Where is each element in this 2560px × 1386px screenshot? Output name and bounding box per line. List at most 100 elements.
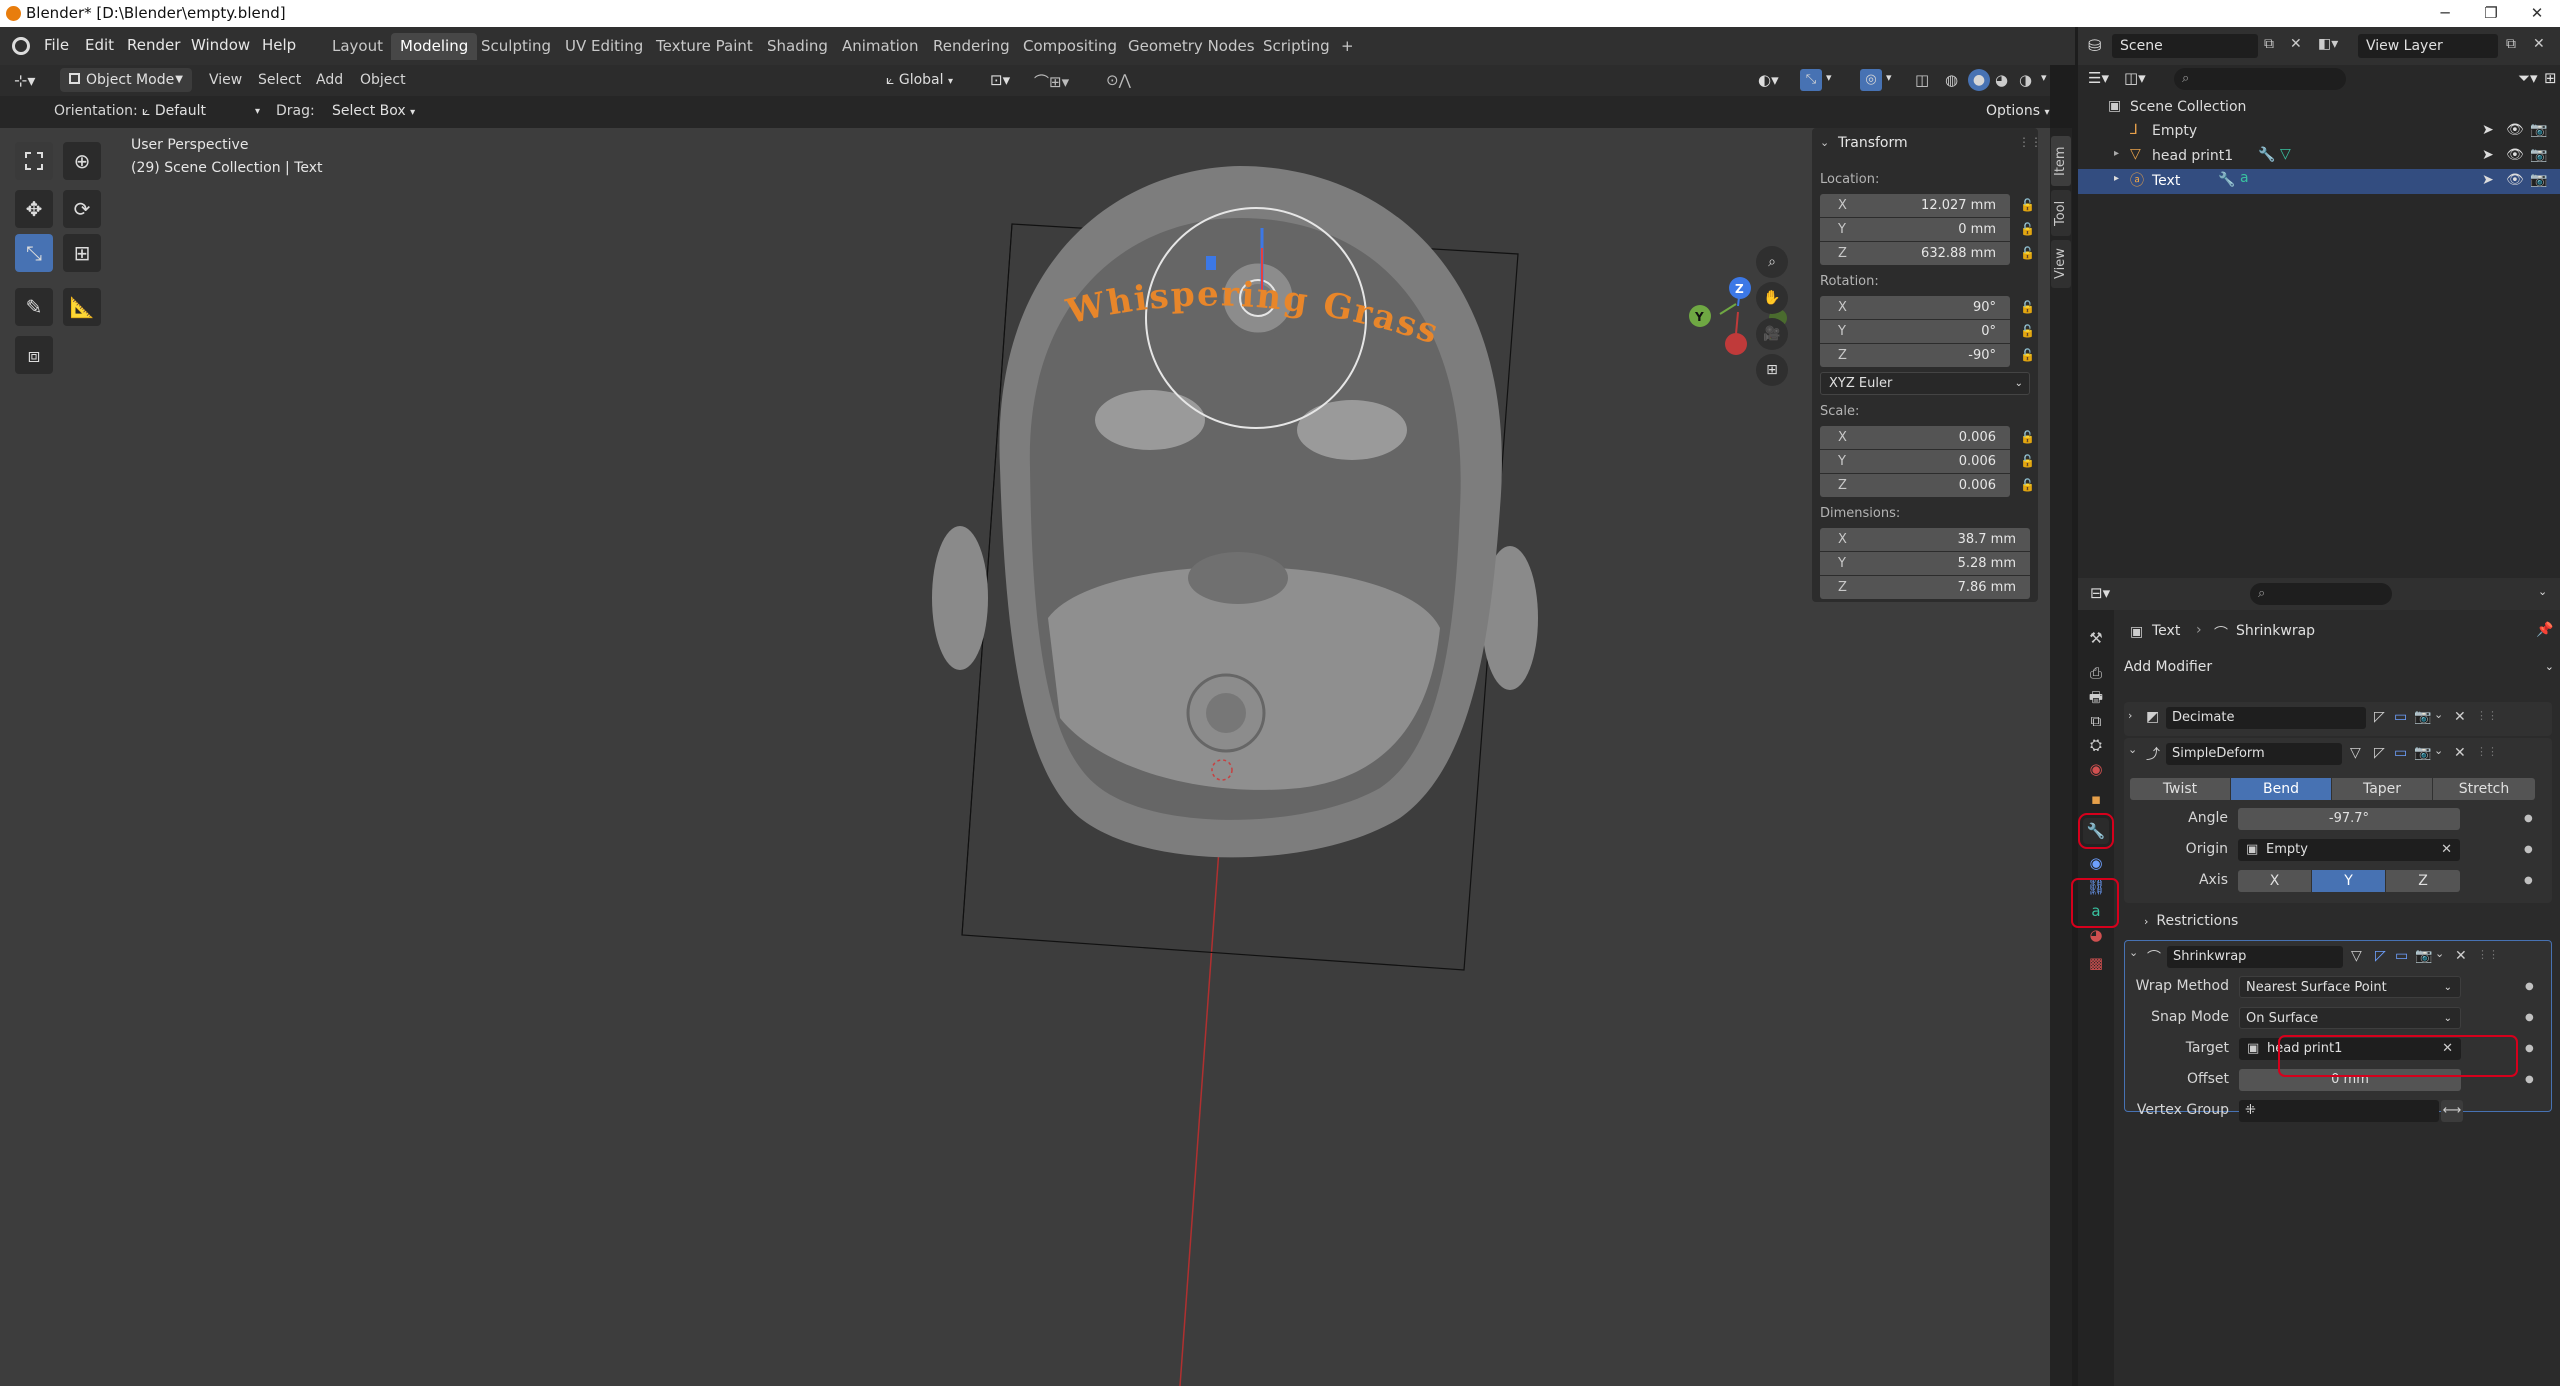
expand-arrow-icon[interactable]: ▸ xyxy=(2114,148,2119,159)
scale-tool[interactable]: ⤡ xyxy=(15,234,53,272)
delete-scene-icon[interactable]: ✕ xyxy=(2290,36,2302,52)
texture-tab-icon[interactable]: ▩ xyxy=(2083,950,2109,976)
move-tool[interactable]: ✥ xyxy=(15,190,53,228)
scale-x-field[interactable]: X 0.006 xyxy=(1820,426,2010,449)
visibility-icon[interactable]: ◐▾ xyxy=(1758,71,1779,89)
drag-handle-icon[interactable]: ⋮⋮ xyxy=(2476,745,2498,758)
menu-edit[interactable]: Edit xyxy=(85,36,114,54)
dimensions-z-field[interactable]: Z 7.86 mm xyxy=(1820,576,2030,599)
wrap-method-dropdown[interactable]: Nearest Surface Point ⌄ xyxy=(2239,976,2461,998)
display-mode-icon[interactable]: ◫▾ xyxy=(2124,69,2146,87)
rotation-mode-dropdown[interactable]: XYZ Euler ⌄ xyxy=(1820,372,2030,395)
filter-icon[interactable]: ⏷▾ xyxy=(2518,69,2538,87)
taper-mode-button[interactable]: Taper xyxy=(2332,778,2432,800)
render-icon[interactable]: 📷 xyxy=(2414,709,2431,725)
render-icon[interactable]: 📷 xyxy=(2414,745,2431,761)
lock-icon[interactable]: 🔓 xyxy=(2020,430,2036,446)
clear-icon[interactable]: ✕ xyxy=(2441,839,2452,861)
eye-icon[interactable]: 👁 xyxy=(2506,122,2524,138)
close-window-button[interactable]: ✕ xyxy=(2514,0,2560,27)
xray-icon[interactable]: ◫ xyxy=(1915,71,1929,89)
maximize-button[interactable]: ❐ xyxy=(2468,0,2514,27)
tab-scripting[interactable]: Scripting xyxy=(1254,33,1339,60)
invert-vertex-group-icon[interactable]: ⟷ xyxy=(2441,1100,2463,1122)
lock-icon[interactable]: 🔓 xyxy=(2020,198,2036,214)
simpledeform-modifier-header[interactable]: ⌄ ⤴ SimpleDeform ▽ ◸ ▭ 📷 ⌄ ✕ ⋮⋮ xyxy=(2124,738,2552,769)
new-view-layer-icon[interactable]: ⧉ xyxy=(2506,36,2516,52)
outliner-search-input[interactable]: ⌕ xyxy=(2174,68,2346,90)
rotation-y-field[interactable]: Y 0° xyxy=(1820,320,2010,343)
vertex-group-field[interactable]: ⁜ xyxy=(2239,1100,2439,1122)
tab-shading[interactable]: Shading xyxy=(758,33,837,60)
lock-icon[interactable]: 🔓 xyxy=(2020,324,2036,340)
chevron-down-icon[interactable]: ▾ xyxy=(2041,71,2047,84)
new-collection-icon[interactable]: ⊞ xyxy=(2544,69,2557,87)
decimate-modifier-header[interactable]: › ◩ Decimate ◸ ▭ 📷 ⌄ ✕ ⋮⋮ xyxy=(2124,702,2552,733)
axis-x-button[interactable]: X xyxy=(2238,870,2311,892)
viewport-display-icon[interactable]: ▭ xyxy=(2394,745,2407,761)
rendered-shading-icon[interactable]: ◑ xyxy=(2019,71,2032,89)
chevron-down-icon[interactable]: ⌄ xyxy=(2538,585,2547,598)
transform-orientation-dropdown[interactable]: ⟀ Global ▾ xyxy=(886,72,953,88)
scale-z-field[interactable]: Z 0.006 xyxy=(1820,474,2010,497)
delete-view-layer-icon[interactable]: ✕ xyxy=(2533,36,2545,52)
lock-icon[interactable]: 🔓 xyxy=(2020,222,2036,238)
lock-icon[interactable]: 🔓 xyxy=(2020,478,2036,494)
expand-arrow-icon[interactable]: ▸ xyxy=(2114,173,2119,184)
object-tab-icon[interactable]: ▪ xyxy=(2083,786,2109,812)
cursor-tool[interactable]: ⊕ xyxy=(63,142,101,180)
annotate-tool[interactable]: ✎ xyxy=(15,288,53,326)
edit-mode-icon[interactable]: ◸ xyxy=(2375,948,2386,964)
select-box-tool[interactable] xyxy=(15,142,53,180)
scene-name-field[interactable]: Scene xyxy=(2112,34,2258,58)
output-tab-icon[interactable]: 🖶 xyxy=(2083,684,2109,710)
menu-render[interactable]: Render xyxy=(127,36,180,54)
dimensions-x-field[interactable]: X 38.7 mm xyxy=(1820,528,2030,551)
camera-icon[interactable]: 📷 xyxy=(2530,147,2547,163)
keyframe-dot-icon[interactable]: ● xyxy=(2524,875,2533,886)
eye-icon[interactable]: 👁 xyxy=(2506,147,2524,163)
select-arrow-icon[interactable]: ➤ xyxy=(2482,172,2494,188)
zoom-icon[interactable]: ⌕ xyxy=(1756,246,1788,278)
select-arrow-icon[interactable]: ➤ xyxy=(2482,147,2494,163)
lock-icon[interactable]: 🔓 xyxy=(2020,348,2036,364)
transform-tool[interactable]: ⊞ xyxy=(63,234,101,272)
camera-icon[interactable]: 📷 xyxy=(2530,172,2547,188)
lock-icon[interactable]: 🔓 xyxy=(2020,300,2036,316)
rotation-z-field[interactable]: Z -90° xyxy=(1820,344,2010,367)
render-icon[interactable]: 📷 xyxy=(2415,948,2432,964)
nav-gizmo-x-circle[interactable] xyxy=(1725,333,1747,355)
decimate-name-field[interactable]: Decimate xyxy=(2166,707,2366,729)
new-scene-icon[interactable]: ⧉ xyxy=(2264,36,2274,52)
viewport-display-icon[interactable]: ▭ xyxy=(2395,948,2408,964)
add-workspace-button[interactable]: + xyxy=(1332,33,1363,60)
render-tab-icon[interactable]: ⎙ xyxy=(2083,660,2109,686)
mode-dropdown[interactable]: Object Mode ▼ xyxy=(60,68,192,92)
drag-handle-icon[interactable]: ⋮⋮ xyxy=(2477,948,2499,961)
world-tab-icon[interactable]: ◉ xyxy=(2083,756,2109,782)
camera-icon[interactable]: 📷 xyxy=(2530,122,2547,138)
expand-arrow-icon[interactable]: › xyxy=(2128,709,2132,722)
menu-help[interactable]: Help xyxy=(262,36,296,54)
keyframe-dot-icon[interactable]: ● xyxy=(2525,1012,2534,1023)
keyframe-dot-icon[interactable]: ● xyxy=(2525,1043,2534,1054)
shrinkwrap-modifier-header[interactable]: ⌄ ⌒ Shrinkwrap ▽ ◸ ▭ 📷 ⌄ ✕ ⋮⋮ xyxy=(2125,941,2553,972)
material-shading-icon[interactable]: ◕ xyxy=(1995,71,2008,89)
chevron-down-icon[interactable]: ⌄ xyxy=(2434,744,2443,757)
view-layer-tab-icon[interactable]: ⧉ xyxy=(2083,708,2109,734)
stretch-mode-button[interactable]: Stretch xyxy=(2433,778,2535,800)
angle-field[interactable]: -97.7° xyxy=(2238,808,2460,830)
menu-view[interactable]: View xyxy=(209,72,242,88)
delete-modifier-icon[interactable]: ✕ xyxy=(2454,709,2466,725)
tab-uv-editing[interactable]: UV Editing xyxy=(556,33,652,60)
location-x-field[interactable]: X 12.027 mm xyxy=(1820,194,2010,217)
lock-icon[interactable]: 🔓 xyxy=(2020,454,2036,470)
keyframe-dot-icon[interactable]: ● xyxy=(2524,813,2533,824)
perspective-grid-icon[interactable]: ⊞ xyxy=(1756,354,1788,386)
tab-item[interactable]: Item xyxy=(2051,136,2071,186)
bend-mode-button[interactable]: Bend xyxy=(2231,778,2331,800)
tab-compositing[interactable]: Compositing xyxy=(1014,33,1126,60)
physics-tab-icon[interactable]: ◉ xyxy=(2083,850,2109,876)
chevron-down-icon[interactable]: ⌄ xyxy=(2129,946,2138,959)
tab-sculpting[interactable]: Sculpting xyxy=(472,33,560,60)
